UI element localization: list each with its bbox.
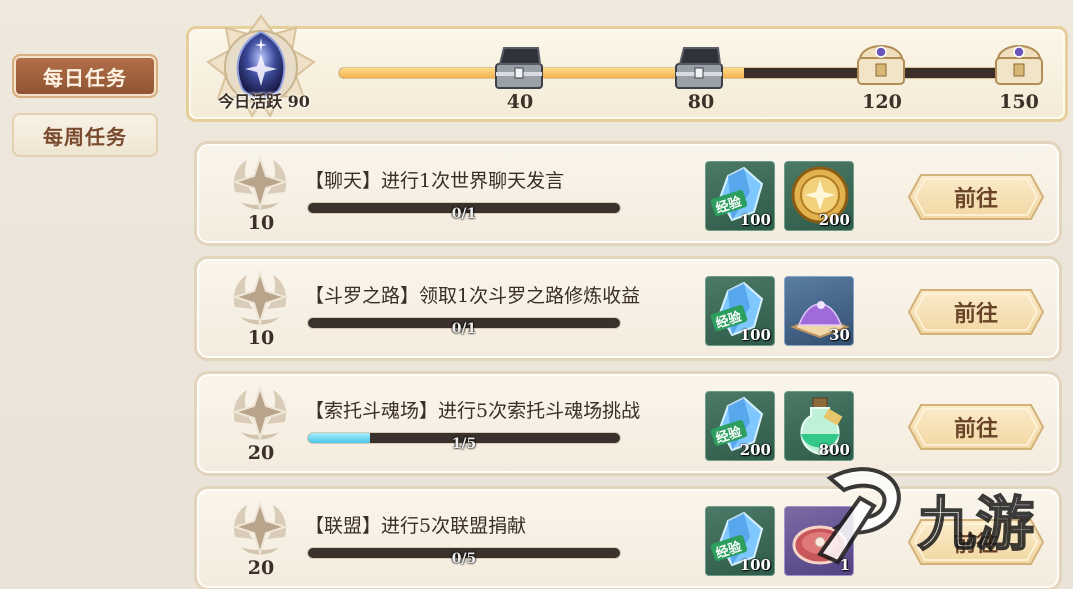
task-emblem-icon <box>231 154 289 212</box>
tab-daily-tasks[interactable]: 每日任务 <box>12 54 158 98</box>
task-progress-text: 0/5 <box>451 551 477 567</box>
task-description: 【聊天】进行1次世界聊天发言 <box>305 170 565 192</box>
reward-slot[interactable]: 200 <box>784 161 854 231</box>
reward-slot[interactable]: 经验 100 <box>705 506 775 576</box>
reward-count: 800 <box>818 441 850 459</box>
chest-icon[interactable] <box>490 42 548 92</box>
go-button[interactable]: 前往 <box>907 288 1045 336</box>
reward-slot[interactable]: 1 <box>784 506 854 576</box>
task-description: 【联盟】进行5次联盟捐献 <box>305 515 527 537</box>
task-progress-text: 0/1 <box>451 321 477 337</box>
go-button[interactable]: 前往 <box>907 518 1045 566</box>
task-points: 20 <box>247 557 275 579</box>
go-button[interactable]: 前往 <box>907 173 1045 221</box>
ornate-chest-icon[interactable] <box>990 38 1048 88</box>
task-row: 20 【联盟】进行5次联盟捐献 0/5 经验 100 1 前往 <box>194 486 1062 589</box>
go-button-label: 前往 <box>953 417 998 442</box>
reward-slot[interactable]: 30 <box>784 276 854 346</box>
tab-weekly-tasks[interactable]: 每周任务 <box>12 113 158 157</box>
task-emblem-icon <box>231 384 289 442</box>
milestone-label: 40 <box>506 91 534 113</box>
milestone-label: 80 <box>687 91 715 113</box>
reward-count: 1 <box>839 556 850 574</box>
reward-count: 100 <box>739 556 771 574</box>
reward-count: 100 <box>739 211 771 229</box>
task-progress-text: 1/5 <box>451 436 477 452</box>
task-description: 【斗罗之路】领取1次斗罗之路修炼收益 <box>305 285 641 307</box>
task-row: 10 【聊天】进行1次世界聊天发言 0/1 经验 100 200 前往 <box>194 141 1062 246</box>
task-points: 10 <box>247 327 275 349</box>
task-row: 10 【斗罗之路】领取1次斗罗之路修炼收益 0/1 经验 100 30 前往 <box>194 256 1062 361</box>
reward-count: 100 <box>739 326 771 344</box>
reward-count: 200 <box>818 211 850 229</box>
task-progress-text: 0/1 <box>451 206 477 222</box>
reward-slot[interactable]: 800 <box>784 391 854 461</box>
task-description: 【索托斗魂场】进行5次索托斗魂场挑战 <box>305 400 641 422</box>
reward-slot[interactable]: 经验 200 <box>705 391 775 461</box>
reward-slot[interactable]: 经验 100 <box>705 161 775 231</box>
milestone-label: 120 <box>862 91 902 113</box>
activity-star-emblem <box>206 14 316 119</box>
go-button-label: 前往 <box>953 532 998 557</box>
ornate-chest-icon[interactable] <box>852 38 910 88</box>
reward-count: 200 <box>739 441 771 459</box>
task-emblem-icon <box>231 269 289 327</box>
task-row: 20 【索托斗魂场】进行5次索托斗魂场挑战 1/5 经验 200 800 前往 <box>194 371 1062 476</box>
task-emblem-icon <box>231 499 289 557</box>
reward-count: 30 <box>829 326 850 344</box>
task-points: 20 <box>247 442 275 464</box>
go-button[interactable]: 前往 <box>907 403 1045 451</box>
chest-icon[interactable] <box>670 42 728 92</box>
go-button-label: 前往 <box>953 302 998 327</box>
go-button-label: 前往 <box>953 187 998 212</box>
activity-label: 今日活跃 90 <box>218 92 310 111</box>
task-points: 10 <box>247 212 275 234</box>
milestone-label: 150 <box>999 91 1039 113</box>
reward-slot[interactable]: 经验 100 <box>705 276 775 346</box>
